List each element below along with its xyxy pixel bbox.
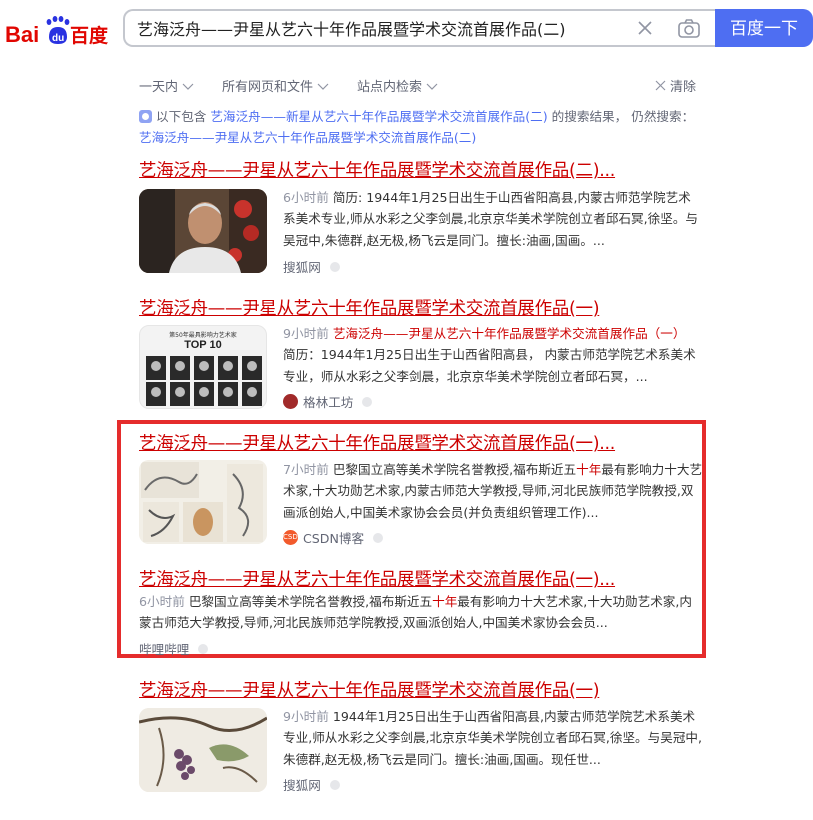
result-title[interactable]: 艺海泛舟——尹星从艺六十年作品展暨学术交流首展作品(一) bbox=[139, 295, 600, 320]
filter-site[interactable]: 站点内检索 bbox=[357, 76, 438, 95]
more-icon[interactable] bbox=[198, 643, 209, 654]
result-snippet-highlight: 十年 bbox=[432, 594, 458, 609]
baidu-logo[interactable]: Bai du 百度 bbox=[4, 10, 108, 50]
svg-text:du: du bbox=[52, 33, 64, 44]
result-thumbnail[interactable]: 第50年最具影响力艺术家 TOP 10 bbox=[139, 325, 267, 409]
result-time: 7小时前 bbox=[283, 462, 329, 477]
filter-type-label: 所有网页和文件 bbox=[222, 80, 314, 95]
result-thumbnail[interactable] bbox=[139, 460, 267, 544]
result-snippet-highlight: 艺海泛舟——尹星从艺六十年作品展暨学术交流首展作品（一） bbox=[332, 326, 686, 341]
search-notice: 以下包含 艺海泛舟——新星从艺六十年作品展暨学术交流首展作品(二) 的搜索结果，… bbox=[139, 106, 704, 148]
more-icon[interactable] bbox=[362, 396, 373, 407]
more-icon[interactable] bbox=[373, 532, 384, 543]
result-snippet-text: 巴黎国立高等美术学院名誉教授,福布斯近五 bbox=[332, 462, 577, 477]
portrait-grid-image bbox=[146, 356, 262, 406]
result-snippet: 7小时前 巴黎国立高等美术学院名誉教授,福布斯近五十年最有影响力十大艺术家,十大… bbox=[283, 459, 703, 523]
result-snippet: 6小时前 简历: 1944年1月25日出生于山西省阳高县,内蒙古师范学院艺术系美… bbox=[283, 187, 703, 251]
result-title[interactable]: 艺海泛舟——尹星从艺六十年作品展暨学术交流首展作品(一) bbox=[139, 677, 600, 702]
notice-query-link[interactable]: 艺海泛舟——新星从艺六十年作品展暨学术交流首展作品(二) bbox=[210, 109, 547, 124]
result-snippet-text: 巴黎国立高等美术学院名誉教授,福布斯近五 bbox=[188, 594, 433, 609]
close-icon bbox=[655, 80, 666, 91]
result-title[interactable]: 艺海泛舟——尹星从艺六十年作品展暨学术交流首展作品(二)... bbox=[139, 157, 615, 182]
result-snippet: 9小时前 艺海泛舟——尹星从艺六十年作品展暨学术交流首展作品（一） 简历：194… bbox=[283, 323, 703, 387]
result-snippet: 6小时前 巴黎国立高等美术学院名誉教授,福布斯近五十年最有影响力十大艺术家,十大… bbox=[139, 591, 699, 634]
result-source[interactable]: 搜狐网 bbox=[283, 775, 340, 794]
result-source-name: 哔哩哔哩 bbox=[139, 642, 190, 657]
csdn-logo-icon: CSDN bbox=[283, 530, 303, 545]
source-logo-icon bbox=[283, 394, 298, 409]
filter-time[interactable]: 一天内 bbox=[139, 76, 194, 95]
result-snippet-text: 1944年1月25日出生于山西省阳高县,内蒙古师范学院艺术系美术专业,师从水彩之… bbox=[283, 709, 703, 767]
result-title[interactable]: 艺海泛舟——尹星从艺六十年作品展暨学术交流首展作品(一)... bbox=[139, 430, 615, 455]
result-source[interactable]: 格林工坊 bbox=[283, 392, 373, 411]
close-icon[interactable] bbox=[635, 18, 655, 38]
more-icon[interactable] bbox=[329, 779, 340, 790]
painting-image bbox=[139, 708, 267, 792]
result-time: 6小时前 bbox=[283, 190, 329, 205]
result-snippet: 9小时前 1944年1月25日出生于山西省阳高县,内蒙古师范学院艺术系美术专业,… bbox=[283, 706, 703, 770]
clear-filters-label: 清除 bbox=[670, 80, 697, 95]
svg-text:Bai: Bai bbox=[5, 22, 39, 47]
thumb-caption: 第50年最具影响力艺术家 bbox=[169, 332, 237, 339]
chevron-down-icon bbox=[182, 83, 194, 90]
result-thumbnail[interactable] bbox=[139, 189, 267, 273]
filter-site-label: 站点内检索 bbox=[357, 80, 423, 95]
result-time: 9小时前 bbox=[283, 709, 329, 724]
result-time: 9小时前 bbox=[283, 326, 329, 341]
notice-icon bbox=[139, 110, 152, 123]
result-snippet-text: 简历: 1944年1月25日出生于山西省阳高县,内蒙古师范学院艺术系美术专业,师… bbox=[283, 190, 699, 248]
notice-alt-query-link[interactable]: 艺海泛舟——尹星从艺六十年作品展暨学术交流首展作品(二) bbox=[139, 130, 476, 145]
result-source-name: CSDN博客 bbox=[303, 531, 365, 546]
portrait-image bbox=[139, 189, 267, 273]
search-box bbox=[123, 9, 715, 47]
thumb-heading: TOP 10 bbox=[184, 339, 222, 351]
camera-icon[interactable] bbox=[677, 17, 701, 39]
filter-type[interactable]: 所有网页和文件 bbox=[222, 76, 329, 95]
result-time: 6小时前 bbox=[139, 594, 185, 609]
chevron-down-icon bbox=[317, 83, 329, 90]
filter-time-label: 一天内 bbox=[139, 80, 179, 95]
more-icon[interactable] bbox=[329, 261, 340, 272]
result-source[interactable]: 搜狐网 bbox=[283, 257, 340, 276]
result-source-name: 格林工坊 bbox=[303, 395, 354, 410]
search-button[interactable]: 百度一下 bbox=[715, 9, 813, 47]
search-input[interactable] bbox=[137, 11, 617, 45]
result-source[interactable]: CSDN CSDN博客 bbox=[283, 528, 384, 547]
search-filters: 一天内 所有网页和文件 站点内检索 清除 bbox=[139, 76, 704, 95]
result-source-name: 搜狐网 bbox=[283, 260, 321, 275]
result-source-name: 搜狐网 bbox=[283, 778, 321, 793]
result-thumbnail[interactable] bbox=[139, 708, 267, 792]
result-title[interactable]: 艺海泛舟——尹星从艺六十年作品展暨学术交流首展作品(一)... bbox=[139, 566, 615, 591]
result-snippet-text: 简历：1944年1月25日出生于山西省阳高县， 内蒙古师范学院艺术系美术专业，师… bbox=[283, 347, 696, 384]
clear-filters-button[interactable]: 清除 bbox=[655, 76, 696, 95]
chevron-down-icon bbox=[426, 83, 438, 90]
result-snippet-highlight: 十年 bbox=[576, 462, 602, 477]
result-source[interactable]: 哔哩哔哩 bbox=[139, 639, 209, 658]
notice-middle: 的搜索结果， 仍然搜索： bbox=[551, 109, 695, 124]
svg-text:百度: 百度 bbox=[70, 24, 108, 47]
painting-image bbox=[139, 460, 267, 544]
notice-prefix: 以下包含 bbox=[156, 109, 207, 124]
